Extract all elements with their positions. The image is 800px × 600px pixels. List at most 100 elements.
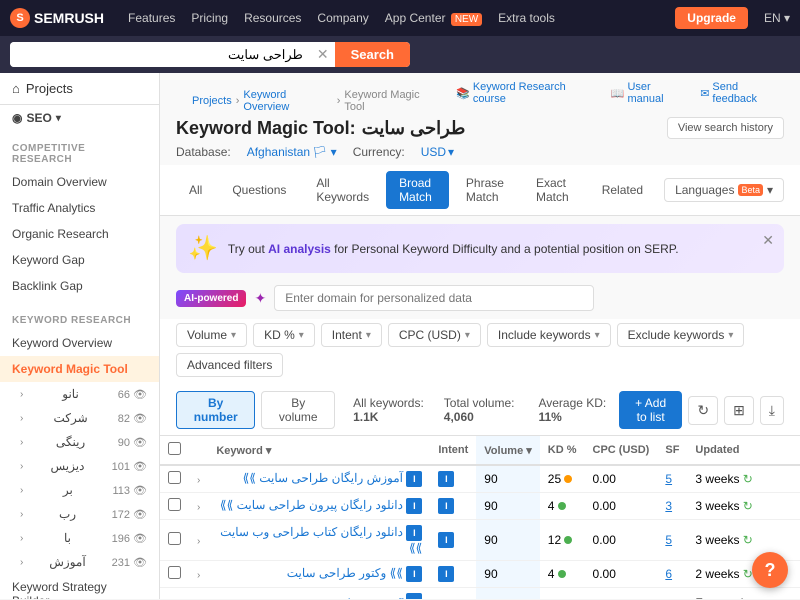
tab-broad-match[interactable]: Broad Match	[386, 171, 449, 209]
nav-resources[interactable]: Resources	[244, 11, 301, 25]
language-selector[interactable]: EN ▾	[764, 11, 790, 25]
send-feedback-link[interactable]: ✉ Send feedback	[700, 81, 784, 105]
seo-chevron: ▾	[56, 113, 61, 124]
sidebar-item-keyword-magic-tool[interactable]: Keyword Magic Tool	[0, 356, 159, 382]
user-manual-link[interactable]: 📖 User manual	[611, 81, 688, 105]
filter-intent[interactable]: Intent ▾	[321, 323, 382, 347]
logo[interactable]: S SEMRUSH	[10, 8, 104, 28]
intent-tag-1: I	[406, 498, 422, 514]
tab-questions[interactable]: Questions	[219, 178, 299, 202]
page-title: طراحی سایت	[362, 118, 466, 139]
view-history-button[interactable]: View search history	[667, 117, 784, 139]
tab-all[interactable]: All	[176, 178, 215, 202]
col-keyword[interactable]: Keyword ▾	[208, 436, 430, 465]
refresh-icon-button[interactable]: ↻	[688, 396, 718, 425]
search-input[interactable]	[10, 42, 311, 67]
sf-cell-2: 5	[657, 520, 687, 561]
tab-all-keywords[interactable]: All Keywords	[303, 171, 382, 209]
filter-cpc[interactable]: CPC (USD) ▾	[388, 323, 481, 347]
row-checkbox-1[interactable]	[168, 498, 181, 511]
sidebar-kw-count: 113 👁	[112, 484, 147, 497]
sidebar-item-keyword-gap[interactable]: Keyword Gap	[0, 247, 159, 273]
add-to-list-button[interactable]: + Add to list	[619, 391, 682, 429]
filter-exclude-keywords[interactable]: Exclude keywords ▾	[617, 323, 745, 347]
col-volume[interactable]: Volume ▾	[476, 436, 540, 465]
breadcrumb-keyword-overview[interactable]: Keyword Overview	[243, 89, 332, 113]
expand-chevron-3[interactable]: ›	[197, 570, 200, 581]
tab-exact-match[interactable]: Exact Match	[523, 171, 585, 209]
sidebar-item-keyword-overview[interactable]: Keyword Overview	[0, 330, 159, 356]
table-row: › I ⟫⟫ وکتور طراحی سایت I 90 4 0.00 6 2 …	[160, 561, 800, 588]
refresh-icon[interactable]: ↻	[743, 499, 753, 513]
sidebar-keyword-item[interactable]: › نانو 66 👁	[0, 382, 159, 406]
sidebar-keyword-item[interactable]: › شرکت 82 👁	[0, 406, 159, 430]
tabs-row: All Questions All Keywords Broad Match P…	[160, 165, 800, 216]
expand-chevron-1[interactable]: ›	[197, 502, 200, 513]
db-label: Database:	[176, 145, 231, 159]
search-clear-button[interactable]: ✕	[311, 46, 335, 63]
sidebar-kw-chevron: ›	[20, 557, 23, 568]
refresh-icon[interactable]: ↻	[743, 533, 753, 547]
sidebar-seo[interactable]: ◉ SEO ▾	[0, 105, 159, 131]
intent-cell-4: n/a	[430, 588, 476, 600]
col-cpc[interactable]: CPC (USD)	[585, 436, 658, 465]
ai-sparkle-icon: ✨	[188, 234, 218, 263]
row-checkbox-3[interactable]	[168, 566, 181, 579]
columns-icon-button[interactable]: ⊞	[724, 396, 754, 425]
col-updated[interactable]: Updated	[687, 436, 800, 465]
search-button[interactable]: Search	[335, 42, 410, 67]
nav-extra-tools[interactable]: Extra tools	[498, 11, 555, 25]
sidebar-keyword-item[interactable]: › رب 172 👁	[0, 502, 159, 526]
nav-app-center[interactable]: App Center NEW	[385, 11, 482, 25]
tab-related[interactable]: Related	[589, 178, 656, 202]
sidebar-item-keyword-strategy-builder[interactable]: Keyword Strategy Builder	[0, 574, 159, 599]
breadcrumb-projects[interactable]: Projects	[192, 95, 232, 107]
upgrade-button[interactable]: Upgrade	[675, 7, 748, 29]
sidebar-keyword-item[interactable]: › بر 113 👁	[0, 478, 159, 502]
sidebar-keyword-item[interactable]: › دیزیس 101 👁	[0, 454, 159, 478]
currency-select[interactable]: USD ▾	[421, 145, 454, 159]
support-button[interactable]: ?	[752, 552, 788, 588]
export-icon-button[interactable]: ⤓	[760, 396, 784, 425]
by-volume-button[interactable]: By volume	[261, 391, 335, 429]
select-all-checkbox[interactable]	[168, 442, 181, 455]
languages-button[interactable]: Languages Beta ▾	[664, 178, 784, 202]
keyword-cell-4[interactable]: آموزش رایگان طراحی سایت با دیزیس ⟫⟫	[208, 588, 430, 600]
row-checkbox-2[interactable]	[168, 532, 181, 545]
col-kd[interactable]: KD %	[540, 436, 585, 465]
advanced-filters-button[interactable]: Advanced filters	[176, 353, 283, 377]
sidebar-item-traffic-analytics[interactable]: Traffic Analytics	[0, 195, 159, 221]
col-intent[interactable]: Intent	[430, 436, 476, 465]
tab-phrase-match[interactable]: Phrase Match	[453, 171, 519, 209]
nav-pricing[interactable]: Pricing	[191, 11, 228, 25]
sidebar-keyword-item[interactable]: › با 196 👁	[0, 526, 159, 550]
sidebar-keyword-item[interactable]: › آموزش 231 👁	[0, 550, 159, 574]
sidebar-projects[interactable]: ⌂ Projects	[0, 73, 159, 105]
sidebar-keyword-item[interactable]: › رینگی 90 👁	[0, 430, 159, 454]
sidebar-item-organic-research[interactable]: Organic Research	[0, 221, 159, 247]
by-number-button[interactable]: By number	[176, 391, 255, 429]
refresh-icon[interactable]: ↻	[743, 472, 753, 486]
ai-analysis-link[interactable]: AI analysis	[268, 242, 331, 256]
nav-features[interactable]: Features	[128, 11, 175, 25]
filter-include-keywords[interactable]: Include keywords ▾	[487, 323, 611, 347]
keyword-cell-0[interactable]: I آموزش رایگان طراحی سایت ⟫⟫	[208, 465, 430, 493]
filter-kd[interactable]: KD % ▾	[253, 323, 315, 347]
nav-company[interactable]: Company	[317, 11, 368, 25]
sidebar-item-backlink-gap[interactable]: Backlink Gap	[0, 273, 159, 299]
keyword-cell-1[interactable]: I دانلود رایگان پیرون طراحی سایت ⟫⟫	[208, 493, 430, 520]
row-checkbox-0[interactable]	[168, 471, 181, 484]
sidebar-item-domain-overview[interactable]: Domain Overview	[0, 169, 159, 195]
filter-volume[interactable]: Volume ▾	[176, 323, 247, 347]
ai-banner-text: Try out AI analysis for Personal Keyword…	[228, 242, 679, 256]
ai-banner-close-button[interactable]: ✕	[762, 232, 774, 249]
expand-chevron-0[interactable]: ›	[197, 475, 200, 486]
keyword-cell-2[interactable]: I دانلود رایگان کتاب طراحی وب سایت ⟫⟫	[208, 520, 430, 561]
col-sf[interactable]: SF	[657, 436, 687, 465]
expand-chevron-2[interactable]: ›	[197, 536, 200, 547]
db-select[interactable]: Afghanistan 🏳 ▾	[247, 145, 337, 159]
ai-domain-input[interactable]	[274, 285, 594, 311]
sf-cell-1: 3	[657, 493, 687, 520]
keyword-cell-3[interactable]: I ⟫⟫ وکتور طراحی سایت	[208, 561, 430, 588]
kw-research-link[interactable]: 📚 Keyword Research course	[456, 81, 599, 105]
